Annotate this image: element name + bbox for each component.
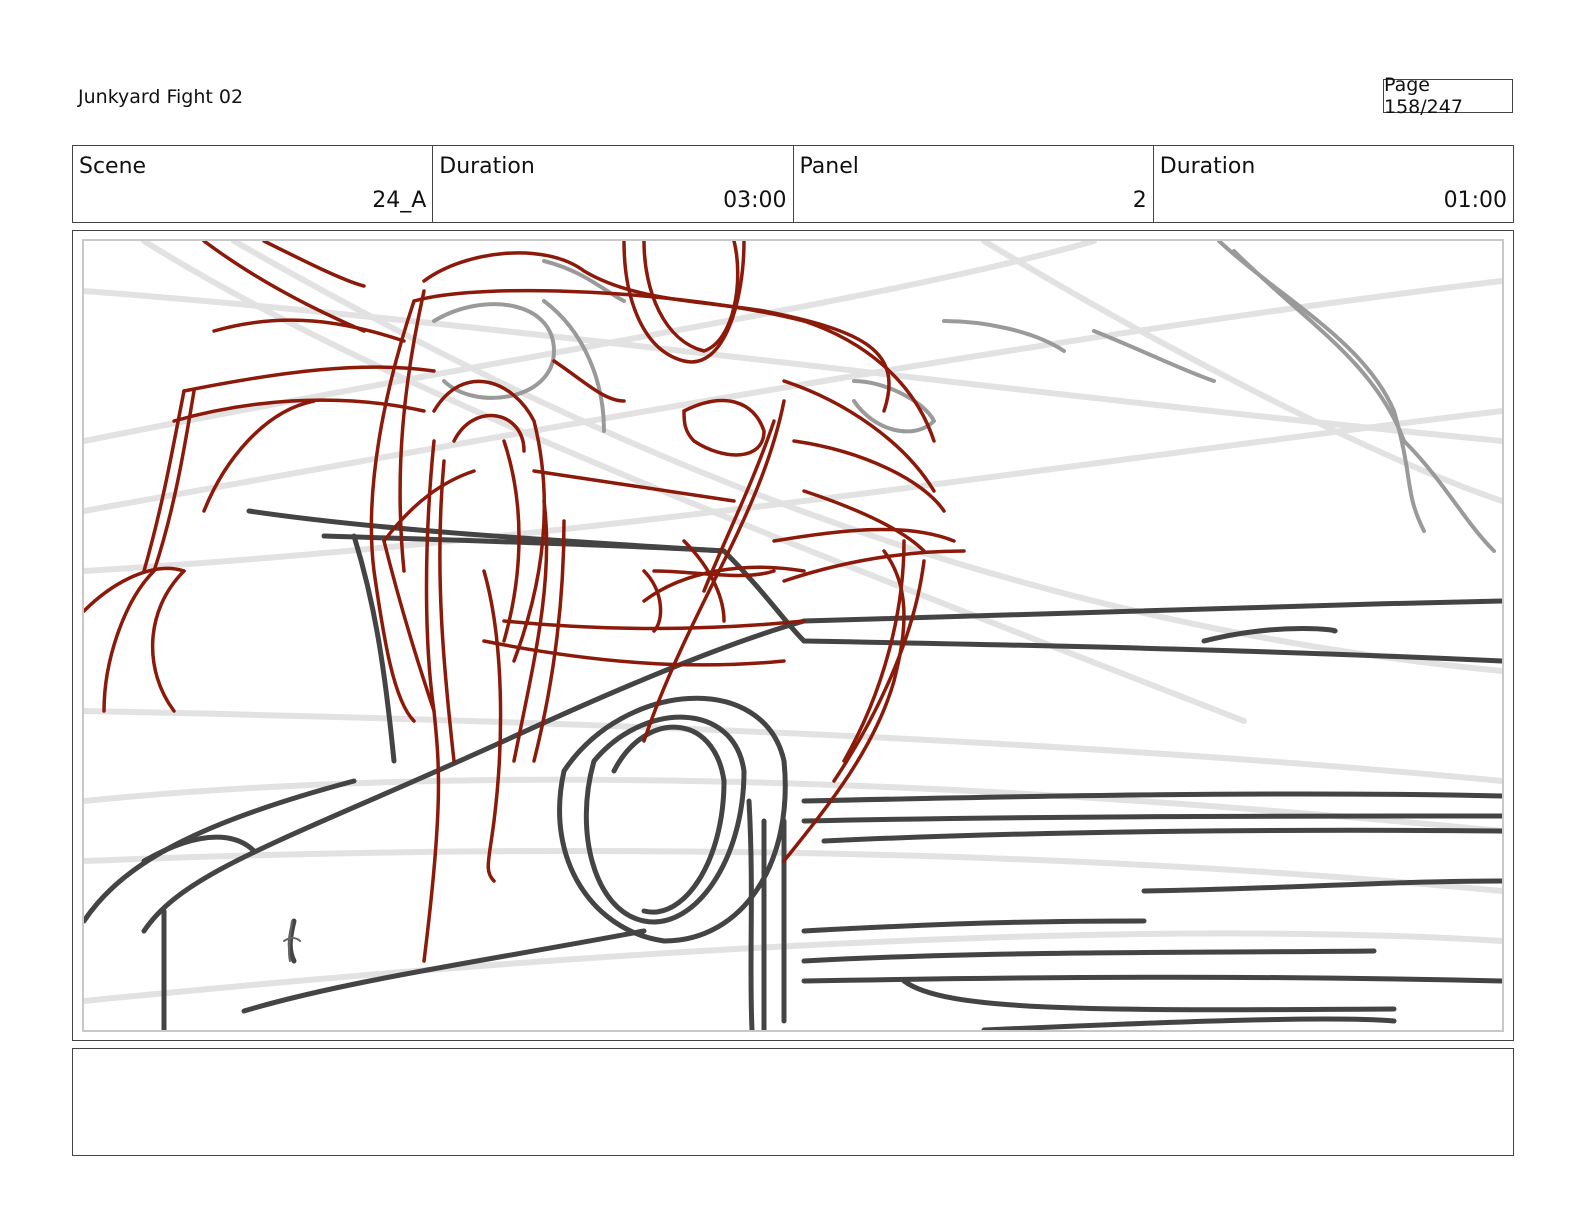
panel-image-area: [82, 239, 1504, 1032]
scene-duration-label: Duration: [439, 154, 535, 179]
storyboard-sketch: [84, 241, 1502, 1030]
notes-box: [72, 1048, 1514, 1156]
sketch-dark-strokes: [84, 508, 1502, 1030]
sketch-mid-strokes: [432, 241, 1496, 553]
info-row: Scene 24_A Duration 03:00 Panel 2 Durati…: [72, 145, 1514, 223]
panel-cell: Panel 2: [794, 146, 1154, 222]
scene-value: 24_A: [372, 188, 427, 213]
panel-duration-value: 01:00: [1443, 188, 1507, 213]
panel-label: Panel: [799, 154, 859, 179]
scene-cell: Scene 24_A: [73, 146, 434, 222]
panel-frame: [72, 230, 1514, 1041]
panel-duration-cell: Duration 01:00: [1154, 146, 1513, 222]
scene-duration-cell: Duration 03:00: [433, 146, 794, 222]
panel-value: 2: [1132, 188, 1147, 213]
panel-duration-label: Duration: [1159, 154, 1256, 179]
document-title: Junkyard Fight 02: [78, 86, 244, 108]
scene-label: Scene: [79, 154, 147, 179]
page-number: Page 158/247: [1383, 74, 1513, 118]
scene-duration-value: 03:00: [723, 188, 787, 213]
